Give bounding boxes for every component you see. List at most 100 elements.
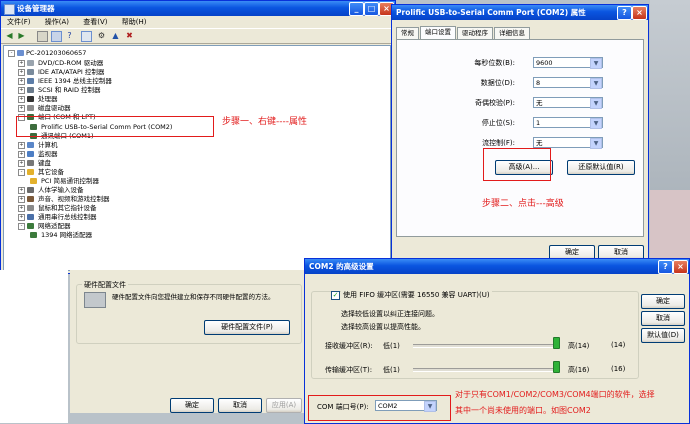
help-button[interactable]: ? [617, 6, 632, 20]
uninstall-icon[interactable]: ✖ [125, 31, 134, 40]
chevron-down-icon[interactable]: ▼ [590, 118, 602, 129]
tree-root-label: PC-201203060657 [26, 49, 87, 57]
menu-file[interactable]: 文件(F) [7, 18, 31, 26]
data-bits-select[interactable]: 8 ▼ [533, 77, 603, 89]
monitor-icon [27, 151, 34, 157]
background-blob [650, 190, 690, 260]
device-manager-title: 设备管理器 [17, 4, 55, 13]
ok-button[interactable]: 确定 [641, 294, 685, 309]
expand-icon[interactable]: + [18, 87, 25, 94]
defaults-button[interactable]: 默认值(D) [641, 328, 685, 343]
menu-help[interactable]: 帮助(H) [122, 18, 147, 26]
flow-control-select[interactable]: 无 ▼ [533, 137, 603, 149]
hint-lower: 选择较低设置以纠正连接问题。 [341, 310, 439, 318]
expand-icon[interactable]: + [18, 96, 25, 103]
expand-icon[interactable]: + [18, 69, 25, 76]
warning-icon [30, 178, 37, 184]
chevron-down-icon[interactable]: ▼ [590, 58, 602, 69]
tab-details[interactable]: 详细信息 [494, 27, 530, 39]
stop-bits-value: 1 [536, 119, 541, 127]
expand-icon[interactable]: + [18, 60, 25, 67]
keyboard-icon [27, 160, 34, 166]
device-tree: - PC-201203060657 + DVD/CD-ROM 驱动器 + IDE… [3, 45, 391, 271]
hardware-profile-description: 硬件配置文件向您提供建立和保存不同硬件配置的方法。 [112, 293, 275, 301]
fifo-checkbox[interactable]: ✓ [331, 291, 340, 300]
step1-annotation: 步骤一、右键----属性 [222, 117, 307, 127]
back-icon[interactable]: ◀ [5, 31, 14, 40]
computer-icon [27, 142, 34, 148]
bits-per-second-select[interactable]: 9600 ▼ [533, 57, 603, 69]
highlight-com-port-box [308, 395, 451, 421]
advanced-titlebar: COM2 的高级设置 ? × [305, 259, 689, 274]
properties-dialog: Prolific USB-to-Serial Comm Port (COM2) … [391, 4, 649, 263]
minimize-button[interactable]: _ [349, 2, 364, 16]
help-icon[interactable]: ? [65, 31, 74, 40]
expand-icon[interactable]: + [18, 160, 25, 167]
flow-control-value: 无 [536, 139, 543, 147]
expand-icon[interactable]: + [18, 142, 25, 149]
receive-buffer-thumb[interactable] [553, 337, 560, 349]
hardware-profile-button[interactable]: 硬件配置文件(P) [204, 320, 290, 335]
highlight-advanced-box [483, 148, 551, 181]
chevron-down-icon[interactable]: ▼ [590, 98, 602, 109]
transmit-buffer-thumb[interactable] [553, 361, 560, 373]
expand-icon[interactable]: + [18, 78, 25, 85]
system-properties-partial: 硬件配置文件 硬件配置文件向您提供建立和保存不同硬件配置的方法。 硬件配置文件(… [70, 270, 305, 413]
data-bits-value: 8 [536, 79, 541, 87]
device-icon[interactable] [81, 31, 92, 42]
close-button[interactable]: × [673, 260, 688, 274]
scan-icon[interactable]: ⚙ [97, 31, 106, 40]
parity-label: 奇偶校验(P): [474, 99, 515, 107]
expand-icon[interactable]: + [18, 187, 25, 194]
cancel-button[interactable]: 取消 [641, 311, 685, 326]
cancel-button[interactable]: 取消 [218, 398, 262, 413]
expand-icon[interactable]: + [18, 105, 25, 112]
collapse-icon[interactable]: - [18, 223, 25, 230]
chevron-down-icon[interactable]: ▼ [590, 138, 602, 149]
receive-buffer-track[interactable] [413, 344, 559, 348]
blank-area [0, 270, 68, 423]
expand-icon[interactable]: + [18, 205, 25, 212]
tree-item-label: PCI 简易通讯控制器 [41, 177, 99, 185]
properties-titlebar: Prolific USB-to-Serial Comm Port (COM2) … [392, 5, 648, 20]
receive-buffer-label: 接收缓冲区(R): [325, 342, 373, 350]
tab-port-settings[interactable]: 端口设置 [420, 26, 456, 39]
ide-controller-icon [27, 69, 34, 75]
restore-defaults-button[interactable]: 还原默认值(R) [567, 160, 635, 175]
step3-annotation-line2: 其中一个尚未使用的端口。如图COM2 [455, 406, 591, 415]
tab-general[interactable]: 常规 [396, 27, 419, 39]
flow-control-label: 流控制(F): [482, 139, 515, 147]
collapse-icon[interactable]: - [18, 169, 25, 176]
transmit-buffer-label: 传输缓冲区(T): [325, 366, 373, 374]
computer-icon [17, 50, 24, 56]
expand-icon[interactable]: + [18, 151, 25, 158]
ok-button[interactable]: 确定 [170, 398, 214, 413]
device-manager-icon [4, 4, 15, 15]
menu-view[interactable]: 查看(V) [83, 18, 107, 26]
tree-item-label: 磁盘驱动器 [38, 104, 71, 112]
menu-action[interactable]: 操作(A) [45, 18, 69, 26]
close-button[interactable]: × [632, 6, 647, 20]
update-driver-icon[interactable]: ▲ [111, 31, 120, 40]
expand-icon[interactable]: + [18, 196, 25, 203]
properties-title: Prolific USB-to-Serial Comm Port (COM2) … [396, 8, 586, 17]
collapse-icon[interactable]: - [8, 50, 15, 57]
chevron-down-icon[interactable]: ▼ [590, 78, 602, 89]
maximize-button[interactable]: □ [364, 2, 379, 16]
transmit-buffer-track[interactable] [413, 368, 559, 372]
properties-icon[interactable] [51, 31, 62, 42]
tree-view-icon[interactable] [37, 31, 48, 42]
processor-icon [27, 96, 34, 102]
stop-bits-select[interactable]: 1 ▼ [533, 117, 603, 129]
fifo-label: 使用 FIFO 缓冲区(需要 16550 兼容 UART)(U) [341, 290, 492, 300]
tree-item-label: 人体学输入设备 [38, 186, 84, 194]
forward-icon[interactable]: ▶ [17, 31, 26, 40]
sound-icon [27, 196, 34, 202]
tree-item-label: 处理器 [38, 95, 58, 103]
parity-select[interactable]: 无 ▼ [533, 97, 603, 109]
scsi-controller-icon [27, 87, 34, 93]
help-button[interactable]: ? [658, 260, 673, 274]
expand-icon[interactable]: + [18, 214, 25, 221]
tab-driver[interactable]: 驱动程序 [457, 27, 493, 39]
apply-button[interactable]: 应用(A) [266, 398, 302, 413]
